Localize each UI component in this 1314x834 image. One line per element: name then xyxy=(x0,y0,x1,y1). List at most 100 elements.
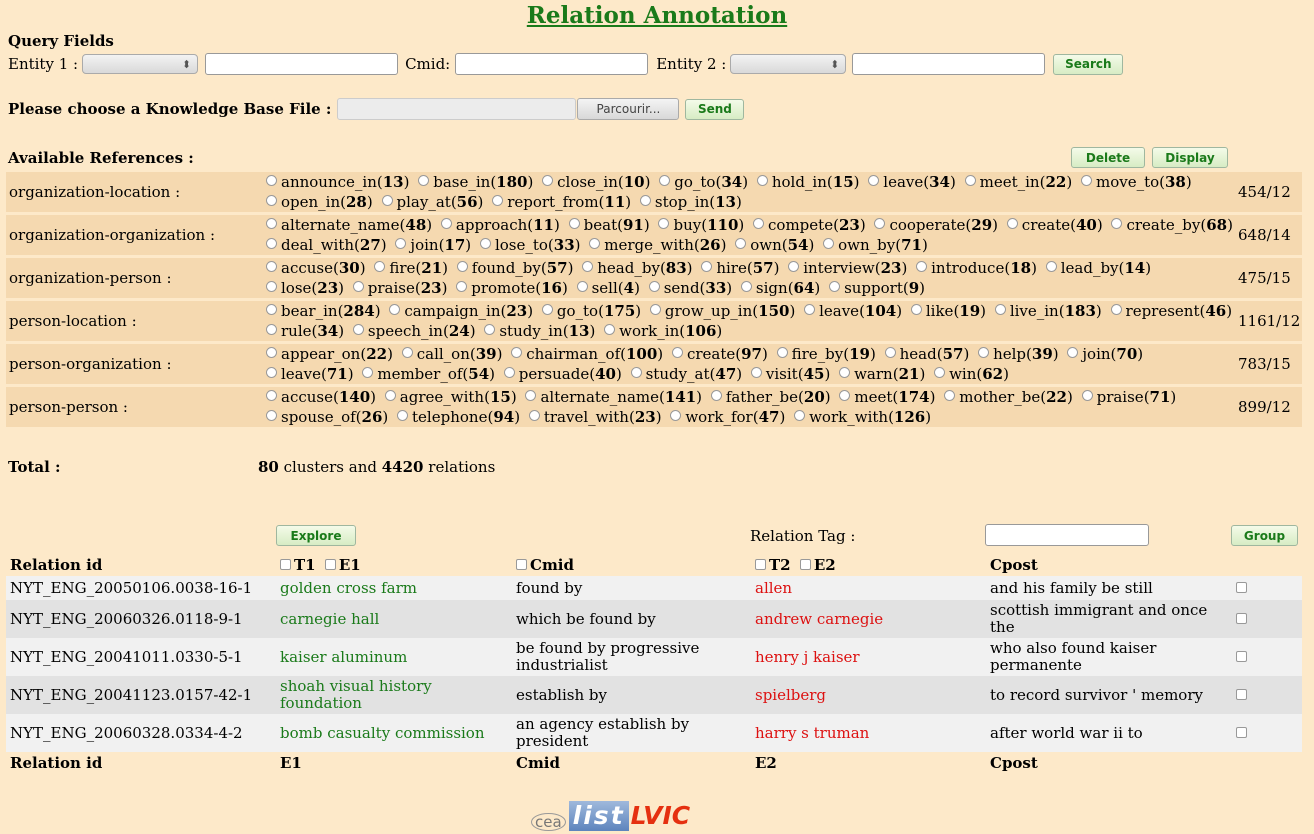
radio-button[interactable] xyxy=(1110,304,1122,315)
radio-button[interactable] xyxy=(384,390,396,401)
radio-button[interactable] xyxy=(670,410,682,421)
row-select-checkbox[interactable] xyxy=(1236,650,1247,662)
send-button[interactable]: Send xyxy=(685,98,745,120)
radio-button[interactable] xyxy=(389,304,401,315)
browse-button[interactable]: Parcourir... xyxy=(577,98,680,120)
relation-option[interactable]: open_in(28) xyxy=(262,193,373,211)
radio-button[interactable] xyxy=(397,410,409,421)
radio-button[interactable] xyxy=(401,347,413,358)
radio-button[interactable] xyxy=(804,304,816,315)
relation-option[interactable]: leave(104) xyxy=(800,302,902,320)
relation-option[interactable]: compete(23) xyxy=(749,216,866,234)
radio-button[interactable] xyxy=(794,410,806,421)
radio-button[interactable] xyxy=(910,304,922,315)
row-select-checkbox[interactable] xyxy=(1236,688,1247,700)
relation-option[interactable]: sign(64) xyxy=(737,279,820,297)
row-select-checkbox[interactable] xyxy=(1236,726,1247,738)
radio-button[interactable] xyxy=(582,261,594,272)
relation-option[interactable]: fire(21) xyxy=(370,259,448,277)
relation-option[interactable]: accuse(140) xyxy=(262,388,376,406)
relation-option[interactable]: leave(34) xyxy=(864,173,956,191)
radio-button[interactable] xyxy=(511,347,523,358)
radio-button[interactable] xyxy=(484,324,496,335)
radio-button[interactable] xyxy=(492,195,504,206)
radio-button[interactable] xyxy=(648,281,660,292)
relation-option[interactable]: buy(110) xyxy=(654,216,744,234)
radio-button[interactable] xyxy=(1080,175,1092,186)
radio-button[interactable] xyxy=(362,367,374,378)
radio-button[interactable] xyxy=(756,175,768,186)
relation-option[interactable]: mother_be(22) xyxy=(940,388,1073,406)
relation-option[interactable]: create(97) xyxy=(668,345,768,363)
search-button[interactable]: Search xyxy=(1053,53,1124,75)
relation-option[interactable]: member_of(54) xyxy=(358,365,495,383)
e1-checkbox[interactable] xyxy=(324,558,336,570)
relation-option[interactable]: praise(23) xyxy=(349,279,447,297)
relation-option[interactable]: alternate_name(48) xyxy=(262,216,432,234)
relation-option[interactable]: go_to(34) xyxy=(655,173,748,191)
radio-button[interactable] xyxy=(829,281,841,292)
radio-button[interactable] xyxy=(374,261,386,272)
relation-option[interactable]: work_in(106) xyxy=(600,322,722,340)
relation-option[interactable]: father_be(20) xyxy=(707,388,831,406)
radio-button[interactable] xyxy=(916,261,928,272)
relation-option[interactable]: report_from(11) xyxy=(488,193,631,211)
cmid-input[interactable] xyxy=(455,53,649,75)
e2-checkbox[interactable] xyxy=(799,558,811,570)
t2-checkbox[interactable] xyxy=(755,558,766,570)
display-button[interactable]: Display xyxy=(1152,147,1228,168)
relation-option[interactable]: study_at(47) xyxy=(627,365,742,383)
relation-option[interactable]: speech_in(24) xyxy=(349,322,476,340)
radio-button[interactable] xyxy=(658,218,670,229)
relation-option[interactable]: play_at(56) xyxy=(378,193,483,211)
radio-button[interactable] xyxy=(456,261,468,272)
relation-option[interactable]: work_with(126) xyxy=(790,408,931,426)
t1-checkbox[interactable] xyxy=(280,558,291,570)
row-select-checkbox[interactable] xyxy=(1236,612,1247,624)
radio-button[interactable] xyxy=(266,195,277,206)
relation-option[interactable]: merge_with(26) xyxy=(585,236,726,254)
relation-option[interactable]: base_in(180) xyxy=(414,173,533,191)
relation-option[interactable]: spouse_of(26) xyxy=(262,408,388,426)
radio-button[interactable] xyxy=(1081,390,1093,401)
relation-option[interactable]: support(9) xyxy=(825,279,925,297)
radio-button[interactable] xyxy=(776,347,788,358)
relation-option[interactable]: announce_in(13) xyxy=(262,173,409,191)
relation-option[interactable]: interview(23) xyxy=(784,259,907,277)
relation-option[interactable]: accuse(30) xyxy=(262,259,366,277)
radio-button[interactable] xyxy=(649,304,661,315)
relation-option[interactable]: create(40) xyxy=(1003,216,1103,234)
relation-option[interactable]: help(39) xyxy=(974,345,1059,363)
relation-option[interactable]: sell(4) xyxy=(573,279,640,297)
radio-button[interactable] xyxy=(701,261,713,272)
radio-button[interactable] xyxy=(589,238,601,249)
radio-button[interactable] xyxy=(395,238,407,249)
radio-button[interactable] xyxy=(823,238,835,249)
radio-button[interactable] xyxy=(440,218,452,229)
relation-option[interactable]: persuade(40) xyxy=(500,365,622,383)
relation-option[interactable]: lead_by(14) xyxy=(1042,259,1151,277)
radio-button[interactable] xyxy=(568,218,580,229)
radio-button[interactable] xyxy=(503,367,515,378)
relation-option[interactable]: visit(45) xyxy=(747,365,830,383)
relation-option[interactable]: join(17) xyxy=(391,236,471,254)
radio-button[interactable] xyxy=(266,410,277,421)
radio-button[interactable] xyxy=(528,410,540,421)
radio-button[interactable] xyxy=(576,281,588,292)
relation-option[interactable]: warn(21) xyxy=(835,365,925,383)
relation-option[interactable]: introduce(18) xyxy=(912,259,1037,277)
radio-button[interactable] xyxy=(266,261,277,272)
relation-option[interactable]: create_by(68) xyxy=(1107,216,1233,234)
row-select-checkbox[interactable] xyxy=(1236,581,1247,593)
radio-button[interactable] xyxy=(1067,347,1079,358)
entity2-input[interactable] xyxy=(852,53,1046,75)
relation-option[interactable]: telephone(94) xyxy=(393,408,520,426)
radio-button[interactable] xyxy=(944,390,956,401)
relation-tag-input[interactable] xyxy=(985,524,1149,546)
radio-button[interactable] xyxy=(884,347,896,358)
relation-option[interactable]: meet(174) xyxy=(835,388,935,406)
relation-option[interactable]: approach(11) xyxy=(437,216,560,234)
radio-button[interactable] xyxy=(266,175,277,186)
relation-option[interactable]: send(33) xyxy=(645,279,732,297)
relation-option[interactable]: own_by(71) xyxy=(819,236,928,254)
